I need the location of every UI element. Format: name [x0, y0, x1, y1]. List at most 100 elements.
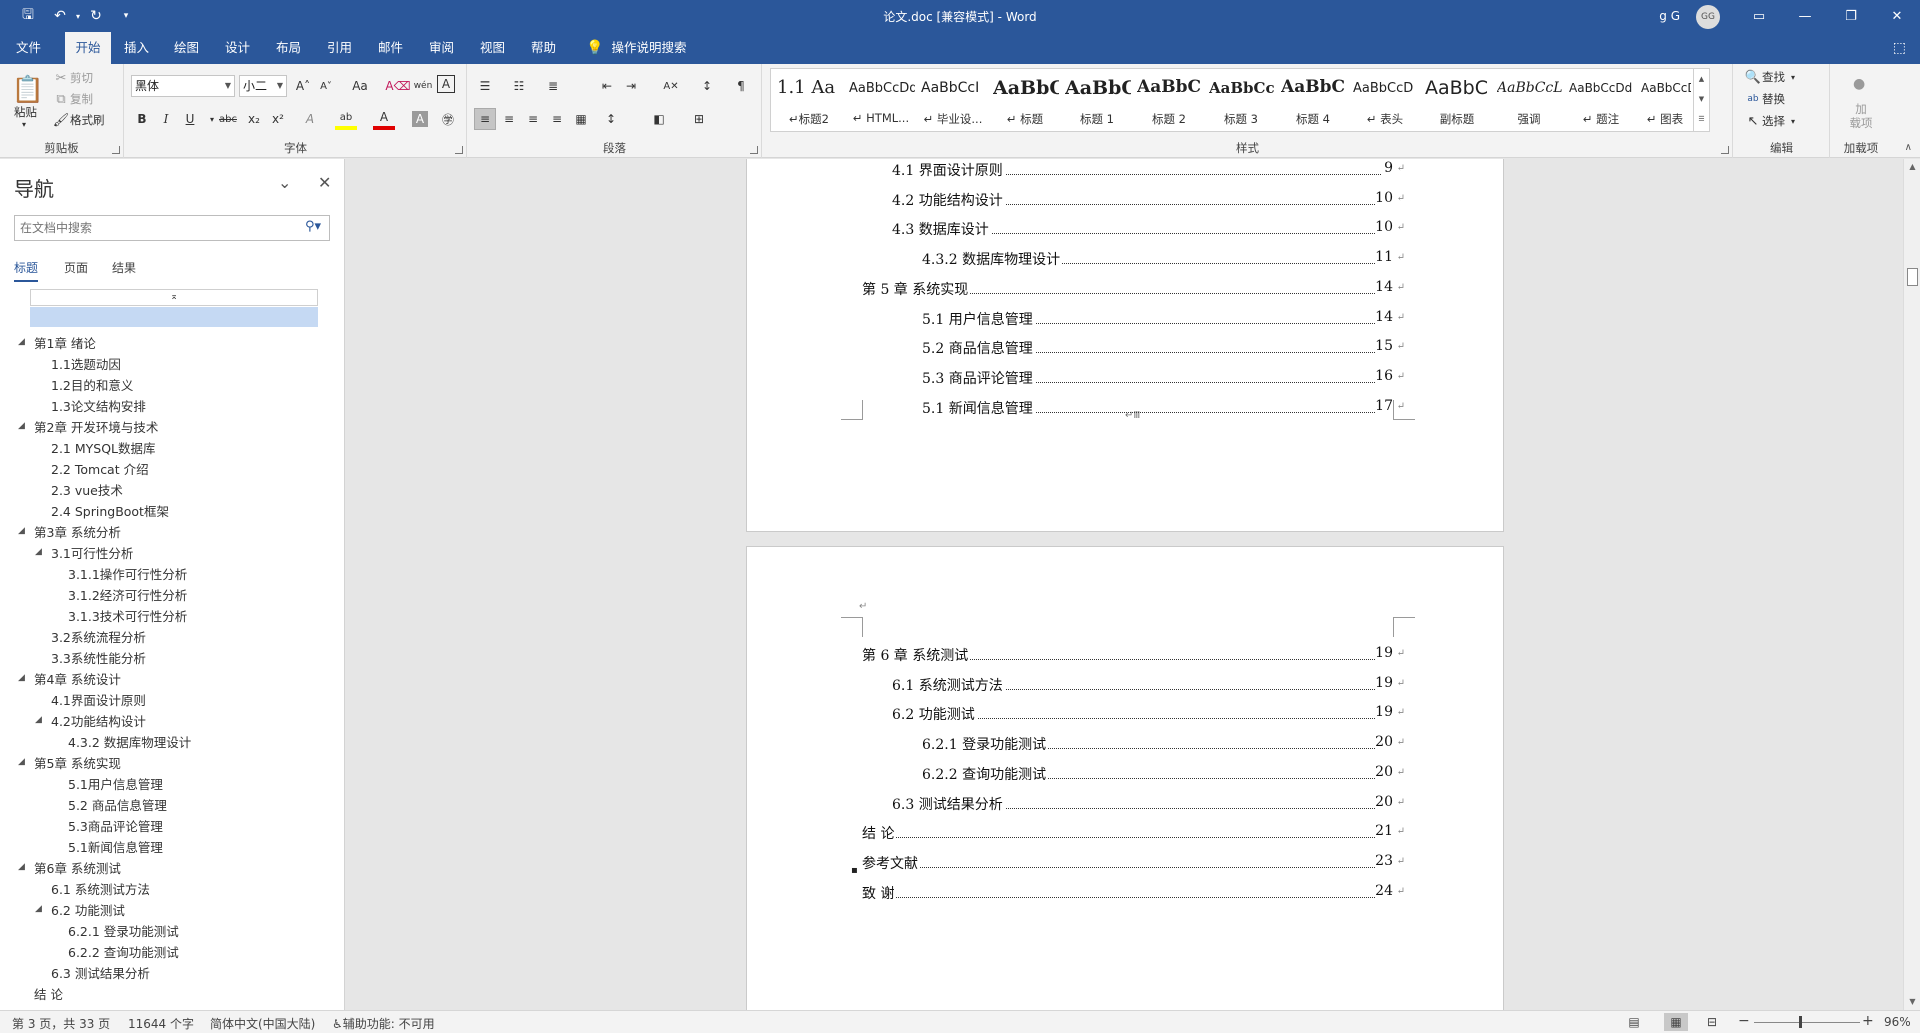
toc-entry[interactable]: 4.1 界面设计原则 9 ↵ [892, 160, 1405, 180]
nav-heading-item[interactable]: 5.2 商品信息管理 [68, 797, 167, 815]
tab-draw[interactable]: 绘图 [168, 32, 205, 64]
phonetic-guide-icon[interactable]: wén [412, 75, 434, 97]
style-caption[interactable]: AaBbCcDd ↵ 题注 [1565, 69, 1637, 131]
nav-heading-item[interactable]: 第4章 系统设计 [34, 671, 121, 689]
minimize-button[interactable]: — [1782, 0, 1828, 32]
collapse-headings-button[interactable]: ⌅ [30, 289, 318, 306]
copy-button[interactable]: ⧉ 复制 [52, 91, 93, 107]
paste-dropdown-icon[interactable]: ▾ [22, 120, 26, 129]
ribbon-display-options-icon[interactable]: ▭ [1736, 0, 1782, 32]
bold-icon[interactable]: B [131, 108, 153, 130]
find-button[interactable]: 🔍 查找 ▾ [1744, 69, 1795, 85]
nav-heading-item[interactable]: 第1章 绪论 [34, 335, 96, 353]
toc-entry[interactable]: 6.2.1 登录功能测试 20 ↵ [922, 734, 1405, 755]
cut-button[interactable]: ✂ 剪切 [52, 70, 93, 86]
shading-icon[interactable]: ◧ [648, 108, 670, 130]
nav-heading-item[interactable]: 4.3.2 数据库物理设计 [68, 734, 191, 752]
toc-entry[interactable]: 5.1 新闻信息管理 17 ↵ [922, 397, 1405, 418]
select-button[interactable]: ↖ 选择 ▾ [1744, 113, 1795, 129]
nav-heading-item[interactable]: 2.1 MYSQL数据库 [51, 440, 156, 458]
tab-layout[interactable]: 布局 [270, 32, 307, 64]
character-shading-icon[interactable]: A [412, 111, 428, 127]
toc-entry[interactable]: 致 谢 24 ↵ [862, 882, 1405, 903]
zoom-level[interactable]: 96% [1884, 1015, 1911, 1029]
sort-icon[interactable]: ↕ [696, 75, 718, 97]
highlight-icon[interactable]: ab [335, 108, 357, 130]
zoom-slider[interactable] [1754, 1022, 1860, 1023]
expand-triangle-icon[interactable]: ◢ [18, 337, 28, 347]
show-marks-icon[interactable]: ¶ [730, 75, 752, 97]
style-emphasis[interactable]: AaBbCcL 强调 [1493, 69, 1565, 131]
underline-icon[interactable]: U [179, 108, 201, 130]
tab-help[interactable]: 帮助 [525, 32, 562, 64]
font-size-combo[interactable]: 小二 ▼ [239, 75, 287, 97]
style-html[interactable]: AaBbCcDd ↵ HTML... [845, 69, 917, 131]
toc-entry[interactable]: 6.1 系统测试方法 19 ↵ [892, 674, 1405, 695]
styles-scrollbar[interactable]: ▲ ▼ ☰ [1693, 69, 1709, 131]
expand-triangle-icon[interactable]: ◢ [35, 904, 45, 914]
nav-heading-item[interactable]: 3.1可行性分析 [51, 545, 133, 563]
grow-font-icon[interactable]: A˄ [292, 75, 314, 97]
toc-entry[interactable]: 6.2 功能测试 19 ↵ [892, 704, 1405, 725]
tab-home[interactable]: 开始 [65, 32, 111, 64]
text-effects-icon[interactable]: A [299, 108, 321, 130]
style-table-header[interactable]: AaBbCcD ↵ 表头 [1349, 69, 1421, 131]
paste-button[interactable]: 粘贴 [14, 104, 37, 120]
nav-heading-item[interactable]: 5.1新闻信息管理 [68, 839, 163, 857]
multilevel-list-icon[interactable]: ≣ [542, 75, 564, 97]
style-graduation-design[interactable]: AaBbCcI ↵ 毕业设... [917, 69, 989, 131]
toc-entry[interactable]: 5.1 用户信息管理 14 ↵ [922, 308, 1405, 329]
clipboard-launcher-icon[interactable] [112, 146, 120, 154]
styles-launcher-icon[interactable] [1721, 146, 1729, 154]
italic-icon[interactable]: I [155, 108, 177, 130]
toc-entry[interactable]: 结 论 21 ↵ [862, 823, 1405, 844]
nav-heading-item[interactable]: 4.2功能结构设计 [51, 713, 146, 731]
style-heading-4[interactable]: AaBbC 标题 4 [1277, 69, 1349, 131]
nav-search-input[interactable] [15, 216, 285, 240]
font-launcher-icon[interactable] [455, 146, 463, 154]
chevron-up-icon[interactable]: ▲ [1694, 69, 1709, 89]
shrink-font-icon[interactable]: A˅ [315, 75, 337, 97]
tab-mailings[interactable]: 邮件 [372, 32, 409, 64]
toc-entry[interactable]: 4.2 功能结构设计 10 ↵ [892, 189, 1405, 210]
clear-formatting-icon[interactable]: A⌫ [385, 75, 410, 97]
nav-heading-item[interactable]: 3.2系统流程分析 [51, 629, 146, 647]
tab-results[interactable]: 结果 [112, 259, 136, 276]
nav-heading-item[interactable]: 5.1用户信息管理 [68, 776, 163, 794]
document-area[interactable]: ↵Ⅲ 4.1 界面设计原则 9 ↵ 4.2 功能结构设计 10 ↵ 4.3 数据库设计 10 ↵… [346, 159, 1903, 1010]
toc-entry[interactable]: 5.3 商品评论管理 16 ↵ [922, 367, 1405, 388]
avatar[interactable]: GG [1696, 5, 1720, 29]
justify-icon[interactable]: ≡ [546, 108, 568, 130]
tab-review[interactable]: 审阅 [423, 32, 460, 64]
nav-heading-item[interactable]: 2.2 Tomcat 介绍 [51, 461, 149, 479]
accessibility-status[interactable]: ♿辅助功能: 不可用 [332, 1015, 435, 1032]
distributed-icon[interactable]: ▦ [570, 108, 592, 130]
replace-button[interactable]: ab 替换 [1744, 91, 1785, 107]
search-icon[interactable]: ⚲▾ [305, 219, 321, 234]
nav-heading-item[interactable]: 1.1选题动因 [51, 356, 121, 374]
language-indicator[interactable]: 简体中文(中国大陆) [210, 1015, 315, 1032]
close-button[interactable]: ✕ [1874, 0, 1920, 32]
restore-button[interactable]: ❐ [1828, 0, 1874, 32]
style-heading-3[interactable]: AaBbCcl 标题 3 [1205, 69, 1277, 131]
tab-headings[interactable]: 标题 [14, 259, 39, 282]
paragraph-launcher-icon[interactable] [750, 146, 758, 154]
font-color-icon[interactable]: A [373, 108, 395, 130]
zoom-in-button[interactable]: + [1862, 1013, 1874, 1029]
nav-heading-item[interactable]: 1.3论文结构安排 [51, 398, 146, 416]
expand-triangle-icon[interactable]: ◢ [35, 547, 45, 557]
expand-triangle-icon[interactable]: ◢ [18, 673, 28, 683]
nav-heading-item[interactable]: 3.3系统性能分析 [51, 650, 146, 668]
nav-heading-item[interactable]: 第2章 开发环境与技术 [34, 419, 158, 437]
tab-view[interactable]: 视图 [474, 32, 511, 64]
tab-insert[interactable]: 插入 [118, 32, 155, 64]
format-painter-button[interactable]: 🖌 格式刷 [52, 112, 105, 128]
zoom-slider-handle[interactable] [1799, 1016, 1802, 1028]
align-right-icon[interactable]: ≡ [522, 108, 544, 130]
align-center-icon[interactable]: ≡ [498, 108, 520, 130]
toc-entry[interactable]: 参考文献 23 ↵ [862, 852, 1405, 873]
share-icon[interactable]: ⬚ [1893, 40, 1906, 56]
user-name[interactable]: g G [1659, 9, 1680, 23]
document-page[interactable]: ↵ ▪ 第 6 章 系统测试 19 ↵ 6.1 系统测试方法 19 ↵ 6.2 功能测试 19… [746, 546, 1504, 1010]
align-left-icon[interactable]: ≡ [474, 108, 496, 130]
